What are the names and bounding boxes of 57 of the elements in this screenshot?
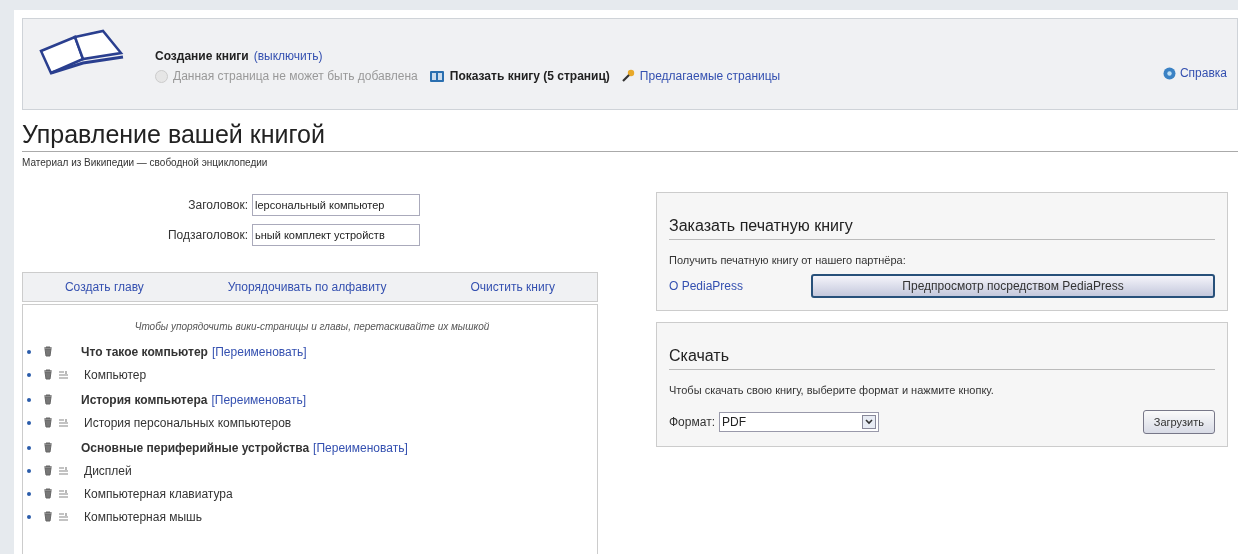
panel-heading: Заказать печатную книгу [669,217,1215,240]
rename-link[interactable]: [Переименовать] [211,344,307,359]
article-title: Дисплей [84,463,132,478]
bullet-icon [27,468,31,473]
bullet-icon [27,420,31,425]
toolbar-link[interactable]: Создать главу [64,280,144,294]
field-label: Заголовок: [187,198,248,212]
panel-heading: Скачать [669,347,1215,370]
bullet-icon [27,349,31,354]
article-title: История персональных компьютеров [84,415,292,430]
book-icon [428,69,445,83]
format-select[interactable]: PDF [718,412,879,432]
dropdown-icon[interactable] [861,415,876,429]
add-status-text: Данная страница не может быть добавлена [173,69,418,83]
bullet-icon [27,491,31,496]
article-title: Компьютер [84,367,147,382]
key-icon [620,69,635,83]
book-creator-title: Создание книги [155,49,249,63]
trash-icon[interactable] [43,346,53,357]
trash-icon[interactable] [43,369,53,380]
input-field[interactable]: ьный комплект устройств [252,224,420,246]
trash-icon[interactable] [43,465,53,476]
chapter-title: Что такое компьютер [81,344,208,359]
radio-icon [155,69,168,83]
rename-link[interactable]: [Переименовать] [211,392,307,407]
disable-link[interactable]: (выключить) [253,49,323,63]
trash-icon[interactable] [43,442,53,453]
input-field[interactable]: lерсональный компьютер [252,194,420,216]
panel-text: Получить печатную книгу от нашего партнёра: [669,254,907,266]
drag-hint: Чтобы упорядочить вики-страницы и главы, перетаскивайте их мышкой [133,321,491,332]
bullet-icon [27,397,31,402]
article-title: Компьютерная клавиатура [84,486,233,501]
format-label: Формат: [669,415,715,429]
toolbar-link[interactable]: Упорядочивать по алфавиту [227,280,387,294]
article-title: Компьютерная мышь [84,509,202,524]
bullet-icon [27,445,31,450]
rename-link[interactable]: [Переименовать] [313,440,408,455]
trash-icon[interactable] [43,417,53,428]
trash-icon[interactable] [43,488,53,499]
preview-button[interactable]: Предпросмотр посредством PediaPress [811,274,1215,298]
trash-icon[interactable] [43,394,53,405]
help-icon [1162,66,1176,80]
suggested-pages-link[interactable]: Предлагаемые страницы [639,69,781,83]
show-book-link[interactable]: Показать книгу (5 страниц) [449,69,610,83]
download-button[interactable]: Загрузить [1142,410,1215,434]
bullet-icon [27,514,31,519]
chapter-title: История компьютера [81,392,208,407]
page-title: Управление вашей книгой [22,120,1238,152]
trash-icon[interactable] [43,511,53,522]
field-label: Подзаголовок: [166,228,248,242]
about-pediapress-link[interactable]: О PediaPress [669,279,811,293]
page-subtitle: Материал из Википедии — свободной энциклопедии [22,157,269,168]
bullet-icon [27,372,31,377]
help-link[interactable]: Справка [1179,66,1227,80]
chapter-title: Основные периферийные устройства [81,440,310,455]
panel-text: Чтобы скачать свою книгу, выберите формат и нажмите кнопку. [669,384,995,396]
toolbar-link[interactable]: Очистить книгу [470,280,555,294]
